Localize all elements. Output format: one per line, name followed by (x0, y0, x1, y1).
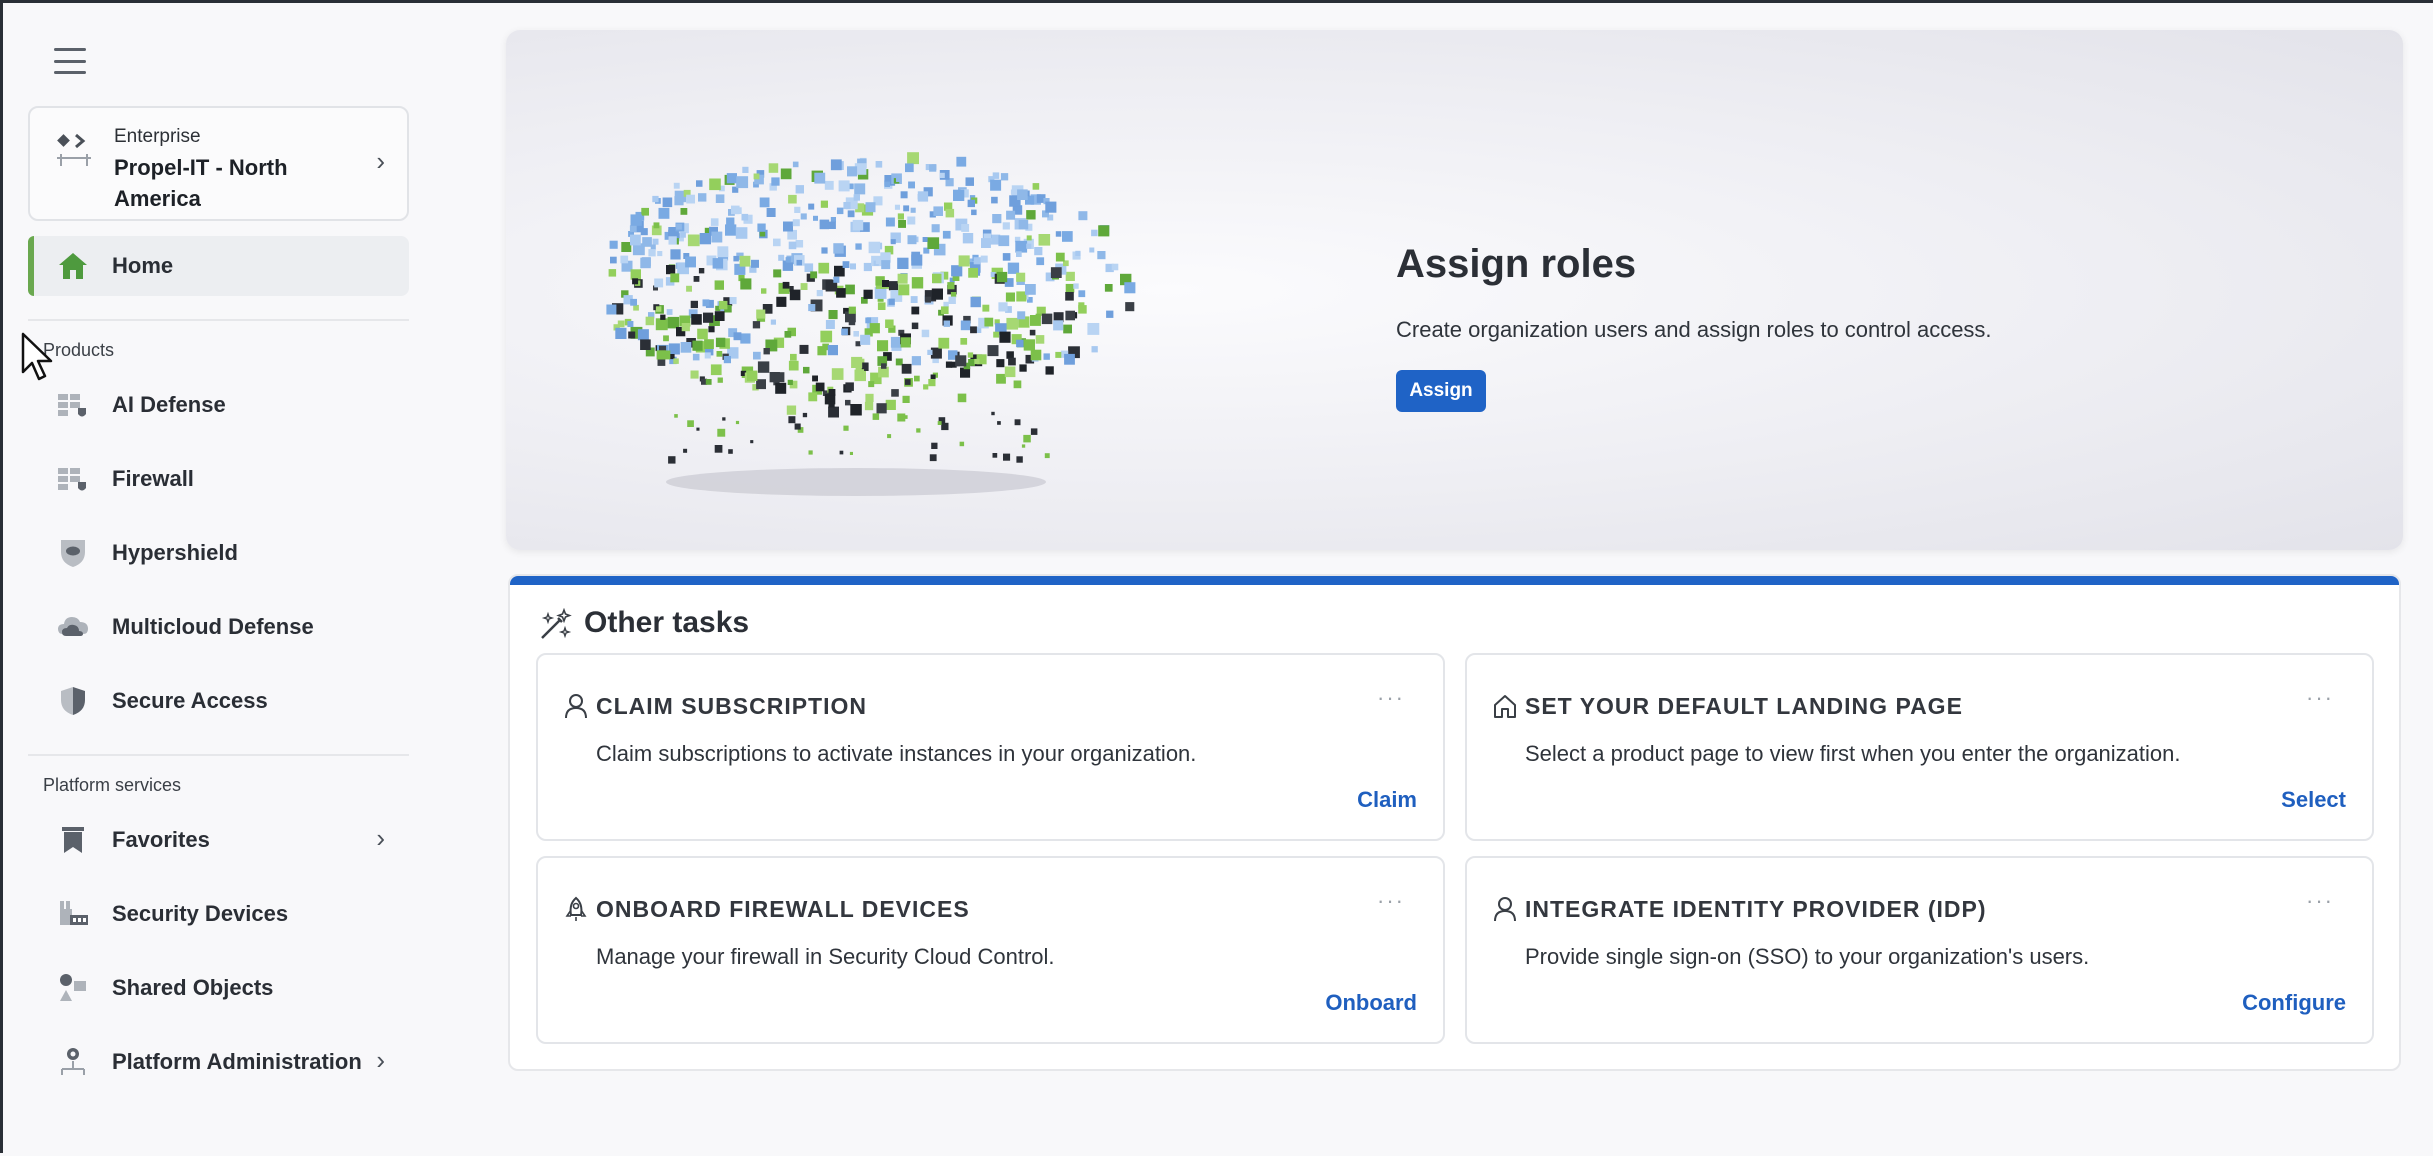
shapes-icon (60, 974, 86, 1001)
divider (28, 319, 409, 321)
shield-icon (61, 687, 85, 715)
hero-title: Assign roles (1396, 242, 1637, 286)
other-tasks-title: Other tasks (584, 606, 750, 639)
bookmark-icon (62, 827, 84, 853)
assign-button[interactable]: Assign (1396, 370, 1486, 412)
sidebar-item-secure-access[interactable]: Secure Access (28, 672, 409, 728)
sidebar-item-label: Multicloud Defense (112, 614, 314, 639)
task-card-onboard-firewall: ONBOARD FIREWALL DEVICES ··· Manage your… (536, 856, 1445, 1044)
firewall-icon (58, 468, 86, 491)
sidebar-item-label: Platform Administration (112, 1049, 362, 1074)
sidebar-item-favorites[interactable]: Favorites › (28, 811, 409, 867)
mouse-cursor-icon (21, 332, 53, 381)
task-title: ONBOARD FIREWALL DEVICES (596, 896, 970, 922)
cloud-icon (58, 617, 88, 636)
sidebar-item-label: Firewall (112, 466, 194, 491)
divider (28, 754, 409, 756)
more-options-icon[interactable]: ··· (1377, 685, 1405, 711)
pixel-cloud-illustration (606, 152, 1136, 496)
sidebar-item-multicloud-defense[interactable]: Multicloud Defense (28, 598, 409, 654)
task-title: CLAIM SUBSCRIPTION (596, 693, 867, 719)
sidebar-item-shared-objects[interactable]: Shared Objects (28, 959, 409, 1015)
task-card-claim-subscription: CLAIM SUBSCRIPTION ··· Claim subscriptio… (536, 653, 1445, 841)
user-icon (1494, 897, 1516, 922)
task-card-integrate-idp: INTEGRATE IDENTITY PROVIDER (IDP) ··· Pr… (1465, 856, 2374, 1044)
chevron-right-icon: › (376, 146, 385, 176)
active-indicator (28, 236, 34, 296)
sidebar-item-label: AI Defense (112, 392, 226, 417)
onboard-link[interactable]: Onboard (1325, 990, 1417, 1016)
chevron-right-icon: › (376, 823, 385, 853)
menu-icon[interactable] (54, 48, 86, 74)
sidebar-item-label: Security Devices (112, 901, 289, 926)
home-icon (59, 253, 87, 279)
sidebar-item-label: Shared Objects (112, 975, 274, 1000)
task-card-default-landing-page: SET YOUR DEFAULT LANDING PAGE ··· Select… (1465, 653, 2374, 841)
more-options-icon[interactable]: ··· (1377, 888, 1405, 914)
chevron-right-icon: › (376, 1045, 385, 1075)
hypershield-icon (61, 540, 85, 567)
claim-link[interactable]: Claim (1357, 787, 1417, 813)
sidebar-item-label: Favorites (112, 827, 210, 852)
rocket-icon (565, 896, 587, 921)
org-name: Propel-IT - North America (114, 155, 288, 211)
sidebar-item-home[interactable]: Home (28, 236, 409, 296)
ai-defense-icon (58, 394, 86, 417)
task-description: Provide single sign-on (SSO) to your org… (1525, 944, 2090, 969)
org-kind-label: Enterprise (114, 126, 201, 147)
enterprise-icon (57, 133, 91, 166)
task-description: Claim subscriptions to activate instance… (596, 741, 1197, 766)
magic-wand-icon (541, 608, 572, 639)
sidebar-item-security-devices[interactable]: Security Devices (28, 885, 409, 941)
sidebar-item-firewall[interactable]: Firewall (28, 450, 409, 506)
home-outline-icon (1494, 695, 1516, 718)
org-switcher[interactable]: Enterprise Propel-IT - North America › (28, 106, 409, 221)
sidebar-item-label: Home (112, 253, 174, 278)
select-link[interactable]: Select (2281, 787, 2346, 813)
other-tasks-panel: Other tasks CLAIM SUBSCRIPTION ··· Claim… (508, 574, 2401, 1071)
more-options-icon[interactable]: ··· (2306, 888, 2334, 914)
sidebar-item-hypershield[interactable]: Hypershield (28, 524, 409, 580)
task-title: SET YOUR DEFAULT LANDING PAGE (1525, 693, 1963, 719)
task-description: Select a product page to view first when… (1525, 741, 2181, 766)
sidebar-item-ai-defense[interactable]: AI Defense (28, 376, 409, 432)
configure-link[interactable]: Configure (2242, 990, 2346, 1016)
platform-services-heading: Platform services (43, 775, 182, 795)
hero-description: Create organization users and assign rol… (1396, 317, 1992, 342)
devices-icon (60, 901, 88, 925)
panel-accent-bar (510, 576, 2399, 585)
sidebar-item-label: Secure Access (112, 688, 268, 713)
admin-gear-icon (61, 1048, 85, 1075)
more-options-icon[interactable]: ··· (2306, 685, 2334, 711)
sidebar: Enterprise Propel-IT - North America › H… (6, 6, 426, 1156)
task-title: INTEGRATE IDENTITY PROVIDER (IDP) (1525, 896, 1987, 922)
sidebar-item-platform-administration[interactable]: Platform Administration › (28, 1033, 409, 1089)
user-icon (565, 694, 587, 719)
app-window: Enterprise Propel-IT - North America › H… (0, 0, 2433, 1153)
task-description: Manage your firewall in Security Cloud C… (596, 944, 1055, 969)
assign-roles-banner: Assign roles Create organization users a… (506, 30, 2403, 550)
sidebar-item-label: Hypershield (112, 540, 238, 565)
